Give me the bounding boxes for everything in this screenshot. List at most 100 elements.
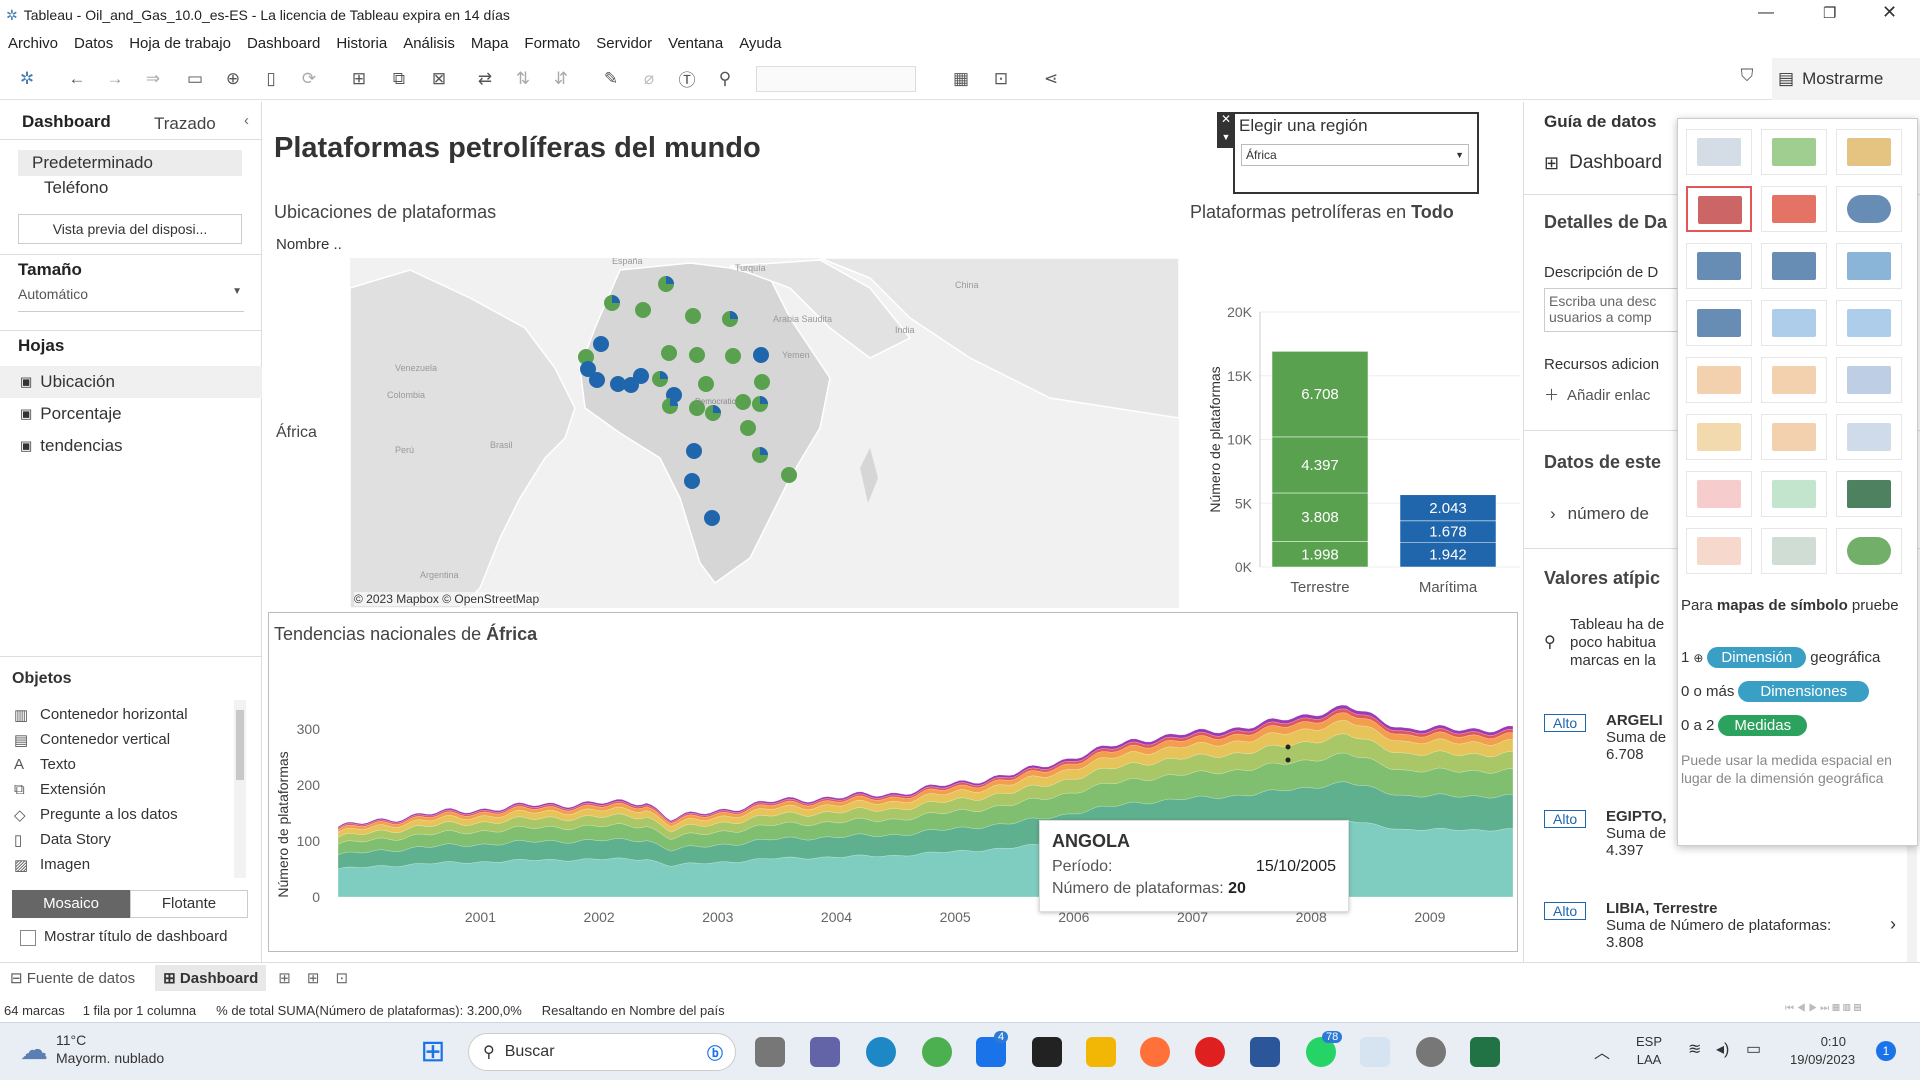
device-default[interactable]: Predeterminado [18,150,242,176]
object-data-story[interactable]: ▯ Data Story [0,827,240,852]
word-icon[interactable] [1250,1037,1280,1067]
chart-type-filled-map-icon[interactable] [1761,186,1827,232]
desc-textarea[interactable]: Escriba una desc usuarios a comp [1544,288,1694,332]
floating-button[interactable]: Flotante [130,890,248,918]
start-icon[interactable]: ⊞ [418,1037,448,1067]
chart-type-dual-lines-icon[interactable] [1836,357,1902,403]
objects-scrollbar[interactable] [234,700,246,878]
volume-icon[interactable]: ◂) [1716,1039,1729,1059]
chart-type-text-table-icon[interactable] [1686,129,1752,175]
presentation-icon[interactable]: ⊡ [986,69,1016,89]
show-cards-icon[interactable]: ▦ [946,69,976,89]
share-icon[interactable]: ⋖ [1036,69,1066,89]
object-ask-data[interactable]: ◇ Pregunte a los datos [0,802,240,827]
chart-type-area-discrete-icon[interactable] [1761,414,1827,460]
chart-type-lines-discrete-icon[interactable] [1761,357,1827,403]
tableau-start-icon[interactable]: ✲ [12,69,42,89]
chart-type-dual-combination-icon[interactable] [1836,414,1902,460]
chart-type-circle-view-icon[interactable] [1761,300,1827,346]
showme-button[interactable]: ▤ Mostrarme [1772,58,1920,100]
menu-historia[interactable]: Historia [336,35,387,52]
tab-layout[interactable]: Trazado [154,106,216,142]
chart-type-treemap-icon[interactable] [1686,300,1752,346]
settings-icon[interactable] [1416,1037,1446,1067]
dashboard-tab[interactable]: ⊞ Dashboard [155,965,267,991]
menu-datos[interactable]: Datos [74,35,113,52]
new-datasource-icon[interactable]: ⊕ [218,69,248,89]
save-icon[interactable]: ▭ [180,69,210,89]
device-preview-button[interactable]: Vista previa del disposi... [18,214,242,244]
collapse-panel-icon[interactable]: ‹ [244,112,249,129]
guide-scrollbar[interactable] [1907,842,1917,962]
chevron-right-icon[interactable]: › [1890,914,1896,935]
group-icon[interactable]: ⌀ [634,69,664,89]
new-sheet-icon[interactable]: ⊞ [344,69,374,89]
swap-icon[interactable]: ⇄ [470,69,500,89]
whatsapp-icon[interactable]: 78 [1306,1031,1343,1067]
duplicate-icon[interactable]: ⧉ [384,69,414,89]
chart-type-gantt-icon[interactable] [1686,528,1752,574]
minimize-button[interactable]: — [1758,4,1774,22]
clock[interactable]: 0:10 19/09/2023 [1790,1033,1855,1069]
chart-type-heat-map-icon[interactable] [1761,129,1827,175]
chrome-icon[interactable] [922,1037,952,1067]
menu-ayuda[interactable]: Ayuda [739,35,781,52]
sort-desc-icon[interactable]: ⇵ [546,69,576,89]
chart-type-symbol-map-icon[interactable] [1686,186,1752,232]
region-filter[interactable]: ✕ ▼ Elegir una región África ▼ [1217,112,1479,194]
map[interactable]: España Turquía Arabia Saudita Yemen Chin… [350,258,1179,608]
weather-widget[interactable]: ☁ 11°C Mayorm. nublado [20,1031,164,1067]
show-title-checkbox[interactable] [20,930,36,946]
label-icon[interactable]: Ⓣ [672,66,702,91]
maximize-button[interactable]: ❐ [1823,4,1836,22]
field-item[interactable]: › número de [1550,504,1649,524]
clear-icon[interactable]: ⊠ [424,69,454,89]
chart-type-packed-bubbles-icon[interactable] [1836,528,1902,574]
size-dropdown[interactable]: Automático ▼ [18,286,244,312]
menu-dashboard[interactable]: Dashboard [247,35,320,52]
chart-type-stacked-bars-icon[interactable] [1761,243,1827,289]
redo-icon[interactable]: ⇒ [138,69,168,89]
new-sheet-tab-icon[interactable]: ⊞ [278,969,291,987]
format-paint-icon[interactable]: ⛉ [1732,66,1762,86]
menu-ventana[interactable]: Ventana [668,35,723,52]
filter-dropdown[interactable]: África ▼ [1241,144,1469,166]
new-dashboard-tab-icon[interactable]: ⊞ [307,969,320,987]
chart-type-highlight-table-icon[interactable] [1836,129,1902,175]
explorer-icon[interactable] [1086,1037,1116,1067]
menu-mapa[interactable]: Mapa [471,35,509,52]
notion-icon[interactable] [1032,1037,1062,1067]
object-vertical-container[interactable]: ▤ Contenedor vertical [0,727,240,752]
object-image[interactable]: ▨ Imagen [0,852,240,877]
menu-hoja[interactable]: Hoja de trabajo [129,35,231,52]
tiled-button[interactable]: Mosaico [12,890,130,918]
fit-dropdown[interactable] [756,65,916,92]
edge-icon[interactable] [866,1037,896,1067]
datasource-tab[interactable]: ⊟ Fuente de datos [10,969,135,987]
refresh-icon[interactable]: ⟳ [294,69,324,89]
teams-icon[interactable] [810,1037,840,1067]
object-text[interactable]: A Texto [0,752,240,777]
back-icon[interactable]: ← [62,69,92,89]
tableau-taskbar-icon[interactable] [1360,1037,1390,1067]
sheet-tendencias[interactable]: ▣ tendencias [0,430,262,462]
pin-icon[interactable]: ⚲ [710,69,740,89]
notification-badge[interactable]: 1 [1876,1041,1896,1061]
chart-type-histogram-icon[interactable] [1761,471,1827,517]
object-horizontal-container[interactable]: ▥ Contenedor horizontal [0,702,240,727]
close-window-button[interactable]: ✕ [1882,2,1897,23]
firefox-icon[interactable] [1140,1037,1170,1067]
tray-chevron-icon[interactable]: ︿ [1594,1039,1610,1063]
chart-type-side-by-side-circles-icon[interactable] [1836,300,1902,346]
chart-type-bullet-graph-icon[interactable] [1761,528,1827,574]
bar-chart[interactable]: 0K 5K 10K 15K 20K Número de plataformas 1.998 3… [1190,232,1520,612]
filter-menu-icon[interactable]: ▼ [1217,132,1235,148]
tab-dashboard[interactable]: Dashboard [22,104,111,140]
sort-asc-icon[interactable]: ⇅ [508,69,538,89]
mail-icon[interactable]: 4 [976,1031,1009,1067]
new-story-tab-icon[interactable]: ⊡ [335,969,348,987]
sheet-porcentaje[interactable]: ▣ Porcentaje [0,398,262,430]
menu-servidor[interactable]: Servidor [596,35,652,52]
device-phone[interactable]: Teléfono [44,178,108,198]
chart-type-scatter-plot-icon[interactable] [1686,471,1752,517]
